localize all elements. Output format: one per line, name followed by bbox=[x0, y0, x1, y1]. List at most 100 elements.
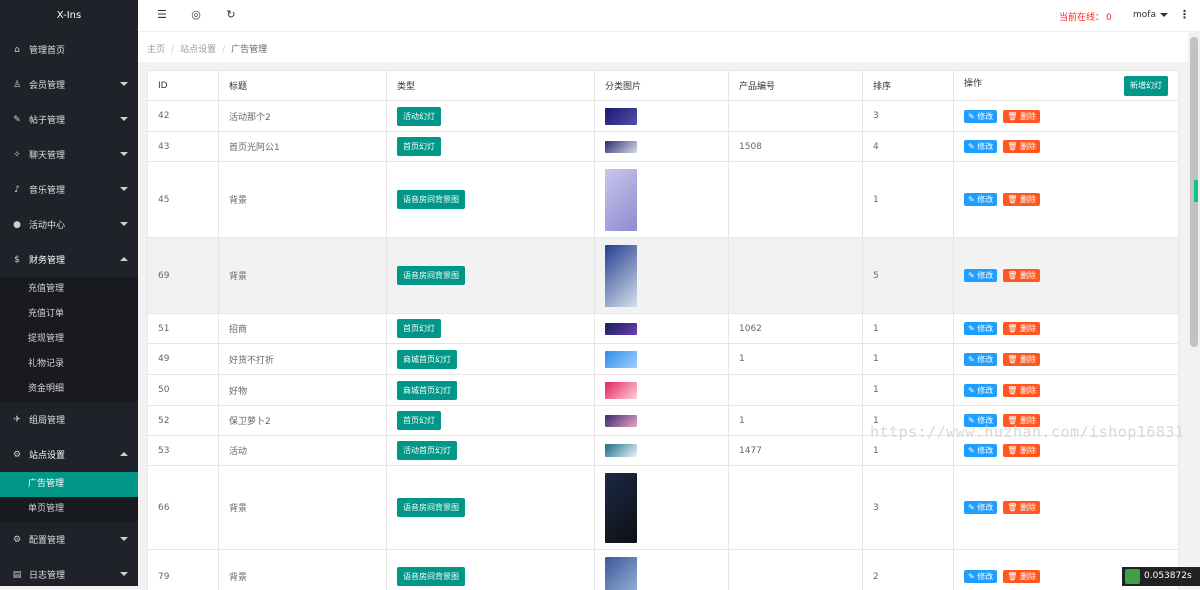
edit-button[interactable]: ✎ 修改 bbox=[964, 140, 997, 153]
delete-button[interactable]: 🗑 删除 bbox=[1003, 193, 1040, 206]
sidebar-subitem[interactable]: 资金明细 bbox=[0, 377, 138, 402]
sidebar-item[interactable]: ✎帖子管理 bbox=[0, 102, 138, 137]
online-label: 当前在线： bbox=[1059, 13, 1104, 23]
sidebar-item[interactable]: ♙会员管理 bbox=[0, 67, 138, 102]
cell-sort: 1 bbox=[863, 344, 954, 375]
cell-sort: 5 bbox=[863, 238, 954, 314]
delete-button[interactable]: 🗑 删除 bbox=[1003, 140, 1040, 153]
sidebar-item[interactable]: ▤日志管理 bbox=[0, 557, 138, 586]
menu-toggle-icon[interactable]: ☰ bbox=[155, 8, 169, 22]
group-icon: ✈ bbox=[11, 414, 23, 426]
edit-label: 修改 bbox=[977, 446, 993, 455]
sidebar-item[interactable]: $财务管理 bbox=[0, 242, 138, 277]
ad-thumbnail[interactable] bbox=[605, 108, 637, 125]
app-logo[interactable]: X-Ins bbox=[0, 0, 138, 32]
cell-type: 语音房间背景图 bbox=[387, 550, 595, 590]
col-actions: 操作新增幻灯 bbox=[954, 71, 1179, 101]
breadcrumb-section[interactable]: 站点设置 bbox=[180, 45, 216, 55]
edit-button[interactable]: ✎ 修改 bbox=[964, 322, 997, 335]
edit-button[interactable]: ✎ 修改 bbox=[964, 444, 997, 457]
sidebar-item-label: 管理首页 bbox=[29, 43, 65, 56]
cell-id: 49 bbox=[148, 344, 219, 375]
sidebar-item[interactable]: ♪音乐管理 bbox=[0, 172, 138, 207]
breadcrumb-home[interactable]: 主页 bbox=[147, 45, 165, 55]
cell-type: 活动幻灯 bbox=[387, 101, 595, 132]
edit-button[interactable]: ✎ 修改 bbox=[964, 269, 997, 282]
type-badge: 语音房间背景图 bbox=[397, 567, 465, 586]
ad-thumbnail[interactable] bbox=[605, 473, 637, 543]
ad-thumbnail[interactable] bbox=[605, 557, 637, 590]
ad-thumbnail[interactable] bbox=[605, 141, 637, 153]
edit-icon: ✎ bbox=[968, 195, 977, 204]
sidebar-item[interactable]: ✈组局管理 bbox=[0, 402, 138, 437]
ad-thumbnail[interactable] bbox=[605, 351, 637, 368]
sidebar-item[interactable]: ⌂管理首页 bbox=[0, 32, 138, 67]
sidebar-subitem[interactable]: 充值订单 bbox=[0, 302, 138, 327]
ad-thumbnail[interactable] bbox=[605, 245, 637, 307]
cell-product-code: 1062 bbox=[729, 314, 863, 344]
cell-type: 活动首页幻灯 bbox=[387, 436, 595, 466]
add-slide-button[interactable]: 新增幻灯 bbox=[1124, 76, 1168, 96]
sidebar-subitem[interactable]: 提现管理 bbox=[0, 327, 138, 352]
edit-icon: ✎ bbox=[968, 271, 977, 280]
refresh-icon[interactable]: ↻ bbox=[224, 8, 238, 22]
chevron-down-icon bbox=[120, 222, 128, 226]
delete-button[interactable]: 🗑 删除 bbox=[1003, 110, 1040, 123]
cell-type: 商城首页幻灯 bbox=[387, 344, 595, 375]
sidebar-subitem[interactable]: 广告管理 bbox=[0, 472, 138, 497]
trash-icon: 🗑 bbox=[1007, 195, 1020, 204]
sidebar-subitem[interactable]: 单页管理 bbox=[0, 497, 138, 522]
table-header-row: ID 标题 类型 分类图片 产品编号 排序 操作新增幻灯 bbox=[148, 71, 1179, 101]
globe-icon[interactable]: ◎ bbox=[189, 8, 203, 22]
cell-id: 42 bbox=[148, 101, 219, 132]
edit-button[interactable]: ✎ 修改 bbox=[964, 193, 997, 206]
delete-button[interactable]: 🗑 删除 bbox=[1003, 269, 1040, 282]
cell-id: 43 bbox=[148, 132, 219, 162]
delete-button[interactable]: 🗑 删除 bbox=[1003, 353, 1040, 366]
debug-timer[interactable]: 0.053872s bbox=[1122, 567, 1200, 586]
edit-label: 修改 bbox=[977, 271, 993, 280]
watermark: https://www.huzhan.com/ishop16831 bbox=[870, 423, 1185, 441]
type-badge: 首页幻灯 bbox=[397, 319, 441, 338]
cell-image bbox=[595, 344, 729, 375]
sidebar-item-label: 音乐管理 bbox=[29, 183, 65, 196]
delete-button[interactable]: 🗑 删除 bbox=[1003, 444, 1040, 457]
cell-title: 背景 bbox=[219, 550, 387, 590]
more-icon[interactable]: ⋮ bbox=[1179, 8, 1190, 21]
table-row: 50好物商城首页幻灯1✎ 修改🗑 删除 bbox=[148, 375, 1179, 406]
edit-button[interactable]: ✎ 修改 bbox=[964, 570, 997, 583]
cell-sort: 4 bbox=[863, 132, 954, 162]
delete-button[interactable]: 🗑 删除 bbox=[1003, 570, 1040, 583]
delete-button[interactable]: 🗑 删除 bbox=[1003, 384, 1040, 397]
sidebar-item-label: 日志管理 bbox=[29, 568, 65, 581]
settings-icon: ⚙ bbox=[11, 449, 23, 461]
edit-button[interactable]: ✎ 修改 bbox=[964, 501, 997, 514]
cell-sort: 1 bbox=[863, 162, 954, 238]
page-scrollbar[interactable] bbox=[1188, 32, 1200, 586]
ad-thumbnail[interactable] bbox=[605, 415, 637, 427]
sidebar-item[interactable]: ●活动中心 bbox=[0, 207, 138, 242]
delete-button[interactable]: 🗑 删除 bbox=[1003, 501, 1040, 514]
user-menu[interactable]: mofa bbox=[1133, 10, 1168, 20]
sidebar-subitem[interactable]: 充值管理 bbox=[0, 277, 138, 302]
col-image: 分类图片 bbox=[595, 71, 729, 101]
ad-thumbnail[interactable] bbox=[605, 323, 637, 335]
trash-icon: 🗑 bbox=[1007, 271, 1020, 280]
chevron-down-icon bbox=[120, 117, 128, 121]
breadcrumb: 主页/站点设置/广告管理 bbox=[138, 32, 1188, 62]
sidebar-item[interactable]: ⚙站点设置 bbox=[0, 437, 138, 472]
cell-id: 69 bbox=[148, 238, 219, 314]
cell-title: 背景 bbox=[219, 466, 387, 550]
cell-actions: ✎ 修改 🗑 删除 bbox=[954, 375, 1179, 406]
edit-button[interactable]: ✎ 修改 bbox=[964, 110, 997, 123]
edit-button[interactable]: ✎ 修改 bbox=[964, 353, 997, 366]
cell-sort: 1 bbox=[863, 314, 954, 344]
ad-thumbnail[interactable] bbox=[605, 169, 637, 231]
edit-button[interactable]: ✎ 修改 bbox=[964, 384, 997, 397]
ad-thumbnail[interactable] bbox=[605, 444, 637, 457]
delete-button[interactable]: 🗑 删除 bbox=[1003, 322, 1040, 335]
sidebar-subitem[interactable]: 礼物记录 bbox=[0, 352, 138, 377]
sidebar-item[interactable]: ⚙配置管理 bbox=[0, 522, 138, 557]
ad-thumbnail[interactable] bbox=[605, 382, 637, 399]
sidebar-item[interactable]: ✧聊天管理 bbox=[0, 137, 138, 172]
